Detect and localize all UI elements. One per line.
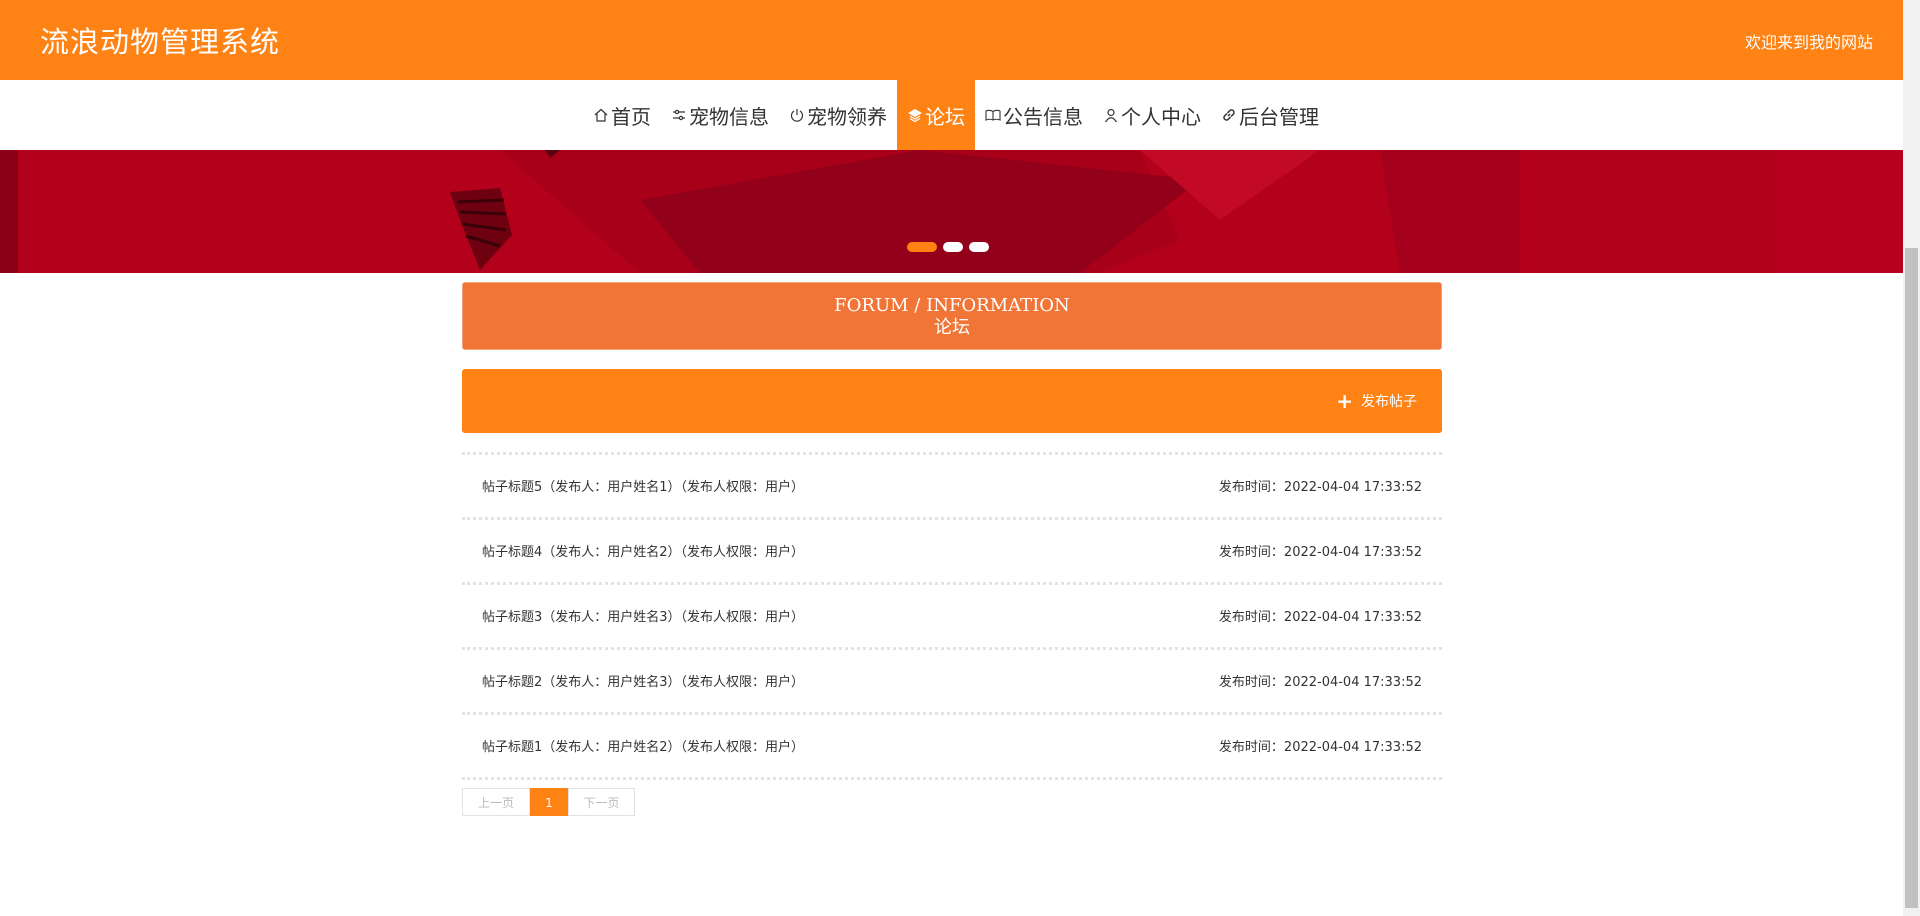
list-item[interactable]: 帖子标题4（发布人：用户姓名2）（发布人权限：用户） 发布时间：2022-04-… — [462, 517, 1442, 582]
welcome-text: 欢迎来到我的网站 — [1744, 33, 1873, 52]
nav-item-label: 首页 — [611, 104, 651, 129]
scrollbar-thumb[interactable] — [1905, 248, 1918, 908]
home-icon — [593, 107, 609, 123]
scrollbar[interactable] — [1903, 0, 1920, 916]
banner-carousel[interactable] — [0, 150, 1903, 273]
nav-item-forum[interactable]: 论坛 — [897, 80, 975, 150]
list-item[interactable]: 帖子标题1（发布人：用户姓名2）（发布人权限：用户） 发布时间：2022-04-… — [462, 712, 1442, 780]
nav-item-label: 论坛 — [925, 104, 965, 129]
nav-item-admin[interactable]: 后台管理 — [1211, 80, 1329, 150]
main-nav: 首页 宠物信息 宠物领养 论坛 公告信息 个人中心 后台管理 — [0, 80, 1903, 150]
post-time: 发布时间：2022-04-04 17:33:52 — [1218, 480, 1422, 495]
sliders-icon — [671, 107, 687, 123]
post-topic-button[interactable]: + 发布帖子 — [1336, 391, 1417, 411]
post-title[interactable]: 帖子标题4（发布人：用户姓名2）（发布人权限：用户） — [482, 541, 804, 560]
banner-image — [0, 150, 1903, 273]
page: 流浪动物管理系统 欢迎来到我的网站 首页 宠物信息 宠物领养 论坛 公告信息 个… — [0, 0, 1903, 916]
section-title-cn: 论坛 — [934, 317, 970, 338]
post-topic-label: 发布帖子 — [1361, 394, 1417, 410]
forum-list: 帖子标题5（发布人：用户姓名1）（发布人权限：用户） 发布时间：2022-04-… — [462, 452, 1442, 780]
plus-icon: + — [1336, 389, 1353, 413]
action-bar: + 发布帖子 — [462, 369, 1442, 433]
nav-item-label: 公告信息 — [1003, 104, 1083, 129]
nav-item-label: 宠物领养 — [807, 104, 887, 129]
post-title[interactable]: 帖子标题3（发布人：用户姓名3）（发布人权限：用户） — [482, 606, 804, 625]
power-icon — [789, 107, 805, 123]
carousel-dot[interactable] — [907, 242, 937, 252]
section-title-en: FORUM / INFORMATION — [834, 295, 1070, 316]
post-title[interactable]: 帖子标题1（发布人：用户姓名2）（发布人权限：用户） — [482, 736, 804, 755]
list-item[interactable]: 帖子标题3（发布人：用户姓名3）（发布人权限：用户） 发布时间：2022-04-… — [462, 582, 1442, 647]
post-title[interactable]: 帖子标题2（发布人：用户姓名3）（发布人权限：用户） — [482, 671, 804, 690]
list-item[interactable]: 帖子标题2（发布人：用户姓名3）（发布人权限：用户） 发布时间：2022-04-… — [462, 647, 1442, 712]
pagination: 上一页 1 下一页 — [462, 788, 635, 816]
nav-item-label: 宠物信息 — [689, 104, 769, 129]
carousel-dot[interactable] — [943, 242, 963, 252]
next-page-button[interactable]: 下一页 — [568, 788, 635, 816]
nav-item-label: 个人中心 — [1121, 104, 1201, 129]
link-icon — [1221, 107, 1237, 123]
layers-icon — [907, 107, 923, 123]
post-title[interactable]: 帖子标题5（发布人：用户姓名1）（发布人权限：用户） — [482, 476, 804, 495]
section-title-box: FORUM / INFORMATION 论坛 — [462, 282, 1442, 350]
nav-list: 首页 宠物信息 宠物领养 论坛 公告信息 个人中心 后台管理 — [583, 80, 1329, 150]
post-time: 发布时间：2022-04-04 17:33:52 — [1218, 675, 1422, 690]
nav-item-pet-adopt[interactable]: 宠物领养 — [779, 80, 897, 150]
carousel-dot[interactable] — [969, 242, 989, 252]
post-time: 发布时间：2022-04-04 17:33:52 — [1218, 545, 1422, 560]
nav-item-notice[interactable]: 公告信息 — [975, 80, 1093, 150]
nav-item-profile[interactable]: 个人中心 — [1093, 80, 1211, 150]
book-icon — [985, 107, 1001, 123]
nav-item-label: 后台管理 — [1239, 104, 1319, 129]
post-time: 发布时间：2022-04-04 17:33:52 — [1218, 740, 1422, 755]
site-title[interactable]: 流浪动物管理系统 — [40, 19, 280, 61]
prev-page-button[interactable]: 上一页 — [462, 788, 530, 816]
carousel-dots — [907, 242, 989, 252]
user-icon — [1103, 107, 1119, 123]
nav-item-home[interactable]: 首页 — [583, 80, 661, 150]
post-time: 发布时间：2022-04-04 17:33:52 — [1218, 610, 1422, 625]
nav-item-pet-info[interactable]: 宠物信息 — [661, 80, 779, 150]
list-item[interactable]: 帖子标题5（发布人：用户姓名1）（发布人权限：用户） 发布时间：2022-04-… — [462, 452, 1442, 517]
top-header: 流浪动物管理系统 欢迎来到我的网站 — [0, 0, 1903, 80]
page-number-button[interactable]: 1 — [530, 788, 568, 816]
